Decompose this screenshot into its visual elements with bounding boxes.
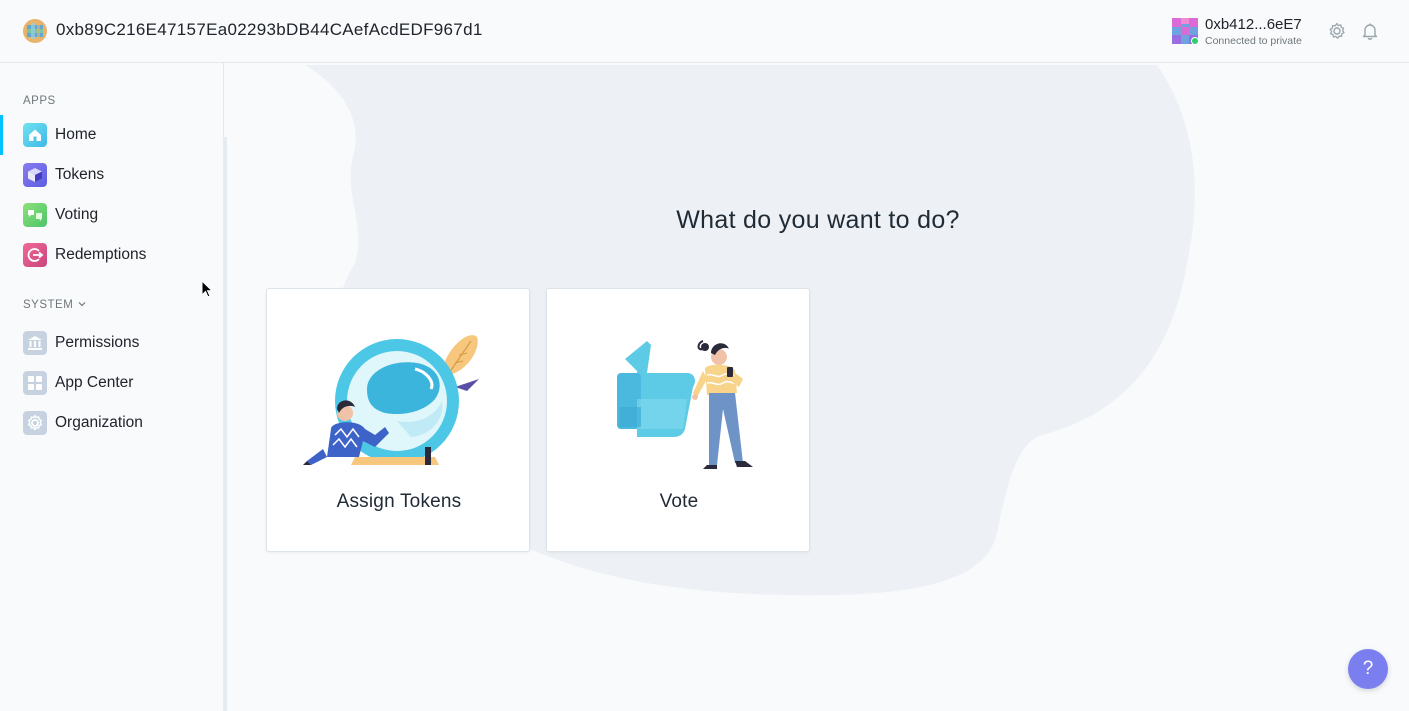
sidebar-item-voting[interactable]: Voting (0, 195, 223, 235)
sidebar: APPS Home Tokens Voting Redemptions SYST… (0, 63, 224, 711)
page-title: What do you want to do? (676, 206, 960, 234)
sidebar-item-label: Tokens (55, 166, 105, 183)
bell-icon[interactable] (1360, 21, 1380, 41)
top-bar: 0xb89C216E47157Ea02293bDB44CAefAcdEDF967… (0, 0, 1409, 63)
home-icon (23, 123, 47, 147)
sidebar-item-organization[interactable]: Organization (0, 403, 223, 443)
org-logo-icon[interactable] (23, 19, 47, 43)
vote-card[interactable]: Vote (546, 288, 810, 552)
vote-illustration (617, 340, 753, 469)
sidebar-item-label: Redemptions (55, 246, 147, 263)
main-content: What do you want to do? Assign Tokens Vo… (227, 63, 1409, 711)
active-indicator (0, 115, 3, 155)
connection-status-indicator (1191, 37, 1199, 45)
sidebar-item-app-center[interactable]: App Center (0, 363, 223, 403)
card-label: Assign Tokens (336, 491, 462, 512)
apps-section-title: APPS (23, 95, 56, 107)
permissions-icon (23, 331, 47, 355)
sidebar-item-label: Voting (55, 206, 99, 223)
assign-tokens-card[interactable]: Assign Tokens (266, 288, 530, 552)
assign-tokens-illustration (303, 335, 479, 465)
account-address: 0xb412...6eE7 (1205, 16, 1302, 33)
gear-icon[interactable] (1327, 21, 1347, 41)
mouse-cursor-icon (201, 280, 214, 298)
organization-icon (23, 411, 47, 435)
chevron-down-icon[interactable] (77, 299, 87, 309)
redemptions-icon (23, 243, 47, 267)
sidebar-item-redemptions[interactable]: Redemptions (0, 235, 223, 275)
system-section-title[interactable]: SYSTEM (23, 299, 73, 311)
organization-address[interactable]: 0xb89C216E47157Ea02293bDB44CAefAcdEDF967… (56, 20, 483, 40)
sidebar-item-home[interactable]: Home (0, 115, 223, 155)
account-badge[interactable]: 0xb412...6eE7 Connected to private (1172, 16, 1312, 48)
sidebar-item-permissions[interactable]: Permissions (0, 323, 223, 363)
help-button[interactable]: ? (1348, 649, 1388, 689)
sidebar-item-label: Permissions (55, 334, 140, 351)
sidebar-item-label: Home (55, 126, 97, 143)
sidebar-item-tokens[interactable]: Tokens (0, 155, 223, 195)
sidebar-item-label: App Center (55, 374, 134, 391)
tokens-icon (23, 163, 47, 187)
app-center-icon (23, 371, 47, 395)
voting-icon (23, 203, 47, 227)
sidebar-item-label: Organization (55, 414, 143, 431)
card-label: Vote (659, 491, 699, 512)
network-status: Connected to private (1205, 35, 1302, 47)
